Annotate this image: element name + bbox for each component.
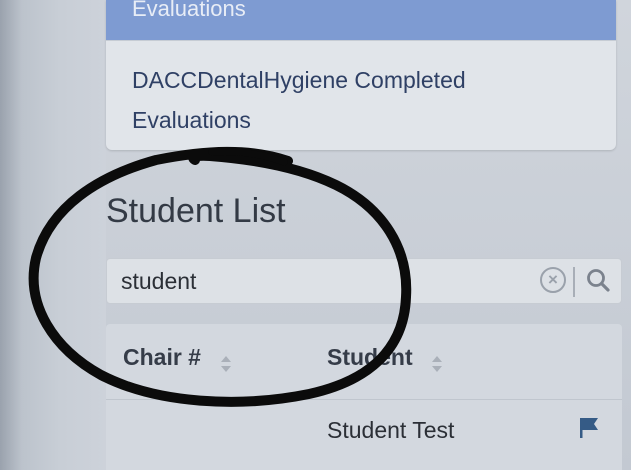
menu-item-label-line1: DACCDentalHygiene Completed bbox=[132, 67, 466, 93]
menu-item-evaluations-label: Evaluations bbox=[132, 0, 246, 21]
sort-icon[interactable] bbox=[220, 354, 232, 374]
student-name-cell[interactable]: Student Test bbox=[327, 417, 454, 444]
student-table: Chair # Student Student Test bbox=[106, 324, 622, 470]
sort-icon[interactable] bbox=[431, 354, 443, 374]
student-list-title: Student List bbox=[106, 192, 286, 230]
student-search-field[interactable]: student × bbox=[106, 258, 622, 304]
left-sidebar-edge bbox=[0, 0, 106, 470]
menu-item-label-line2: Evaluations bbox=[132, 107, 251, 133]
student-search-input[interactable]: student bbox=[121, 268, 196, 295]
flag-icon[interactable] bbox=[576, 415, 602, 441]
clear-circle-icon[interactable]: × bbox=[540, 267, 566, 293]
header-divider bbox=[106, 399, 622, 400]
menu-item-completed-evaluations[interactable]: DACCDentalHygiene Completed Evaluations bbox=[106, 40, 616, 150]
column-header-student[interactable]: Student bbox=[327, 344, 413, 371]
magnifier-icon[interactable] bbox=[583, 265, 615, 297]
app-screen: Evaluations DACCDentalHygiene Completed … bbox=[0, 0, 631, 470]
menu-item-evaluations[interactable]: Evaluations bbox=[106, 0, 616, 40]
column-header-chair[interactable]: Chair # bbox=[123, 344, 201, 371]
search-divider bbox=[573, 267, 575, 297]
evaluations-menu: Evaluations DACCDentalHygiene Completed … bbox=[106, 0, 616, 150]
